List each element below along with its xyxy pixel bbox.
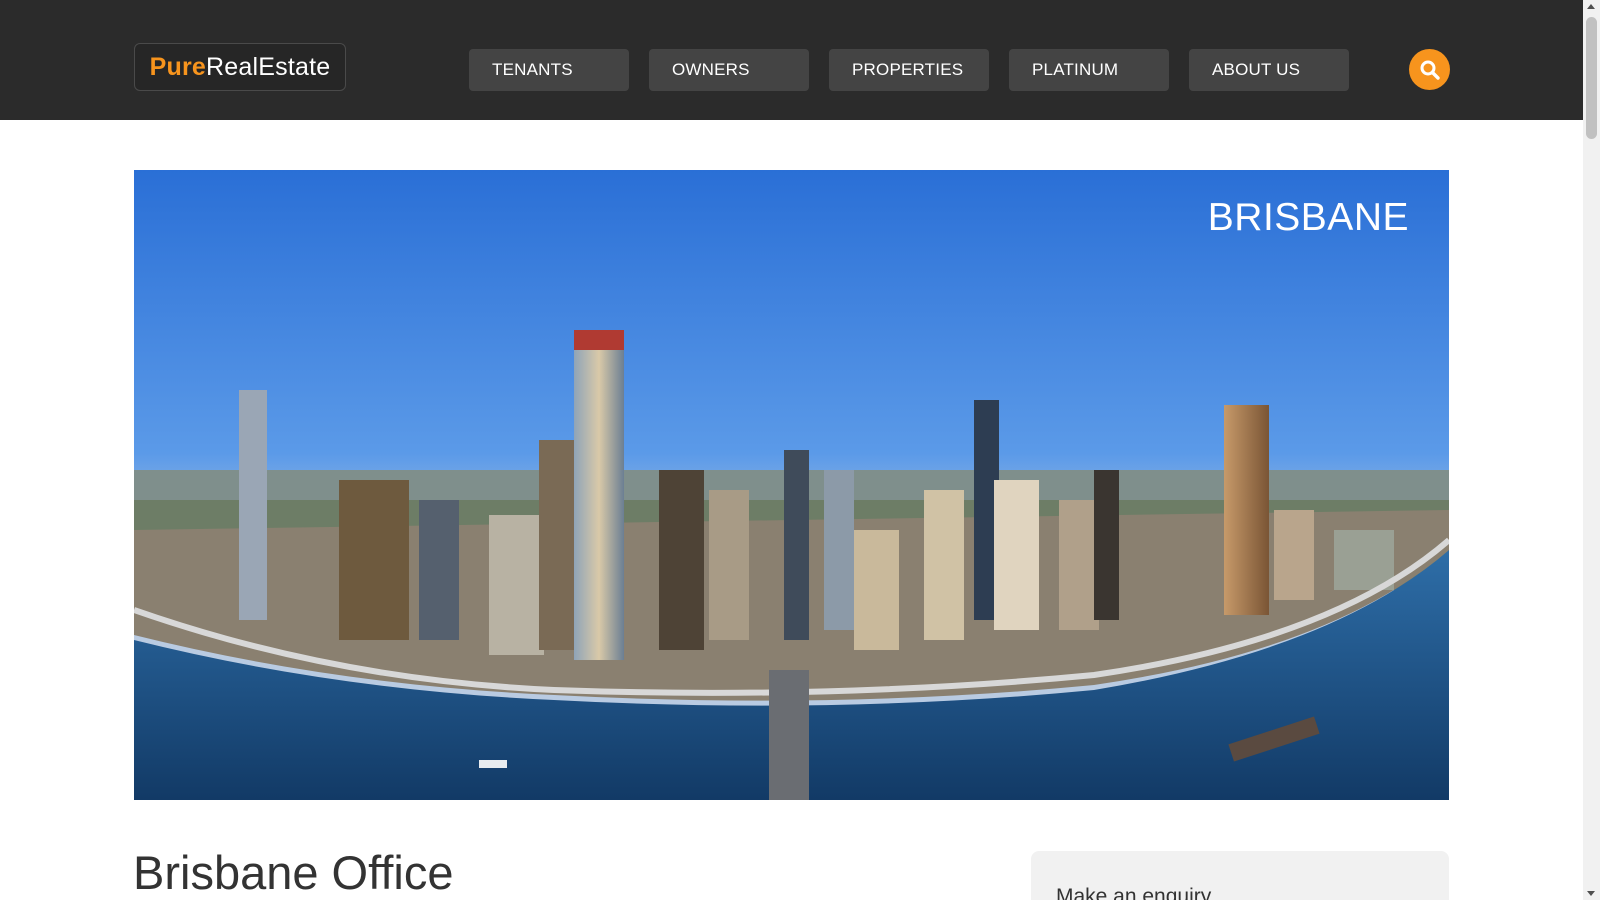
page-scrollbar[interactable] [1583,0,1600,900]
hero-title: BRISBANE [1207,196,1409,239]
site-logo[interactable]: Pure RealEstate [134,43,346,91]
site-header: Pure RealEstate TENANTS OWNERS PROPERTIES… [0,0,1583,120]
search-button[interactable] [1409,49,1450,90]
main-nav: TENANTS OWNERS PROPERTIES PLATINUM ABOUT… [469,49,1349,91]
enquiry-panel: Make an enquiry [1031,851,1449,900]
search-icon [1420,60,1440,80]
scroll-thumb[interactable] [1586,17,1597,139]
nav-owners[interactable]: OWNERS [649,49,809,91]
logo-text-realestate: RealEstate [206,52,331,81]
enquiry-heading: Make an enquiry [1056,885,1212,900]
nav-about-us[interactable]: ABOUT US [1189,49,1349,91]
nav-tenants[interactable]: TENANTS [469,49,629,91]
page-title: Brisbane Office [133,846,454,899]
nav-properties[interactable]: PROPERTIES [829,49,989,91]
page: Pure RealEstate TENANTS OWNERS PROPERTIES… [0,0,1600,900]
scroll-down-arrow-icon[interactable] [1587,891,1595,896]
hero-cityscape-image [134,170,1449,800]
logo-text-pure: Pure [149,52,207,81]
scroll-up-arrow-icon[interactable] [1587,4,1595,9]
hero-banner: BRISBANE [134,170,1449,800]
nav-platinum[interactable]: PLATINUM [1009,49,1169,91]
